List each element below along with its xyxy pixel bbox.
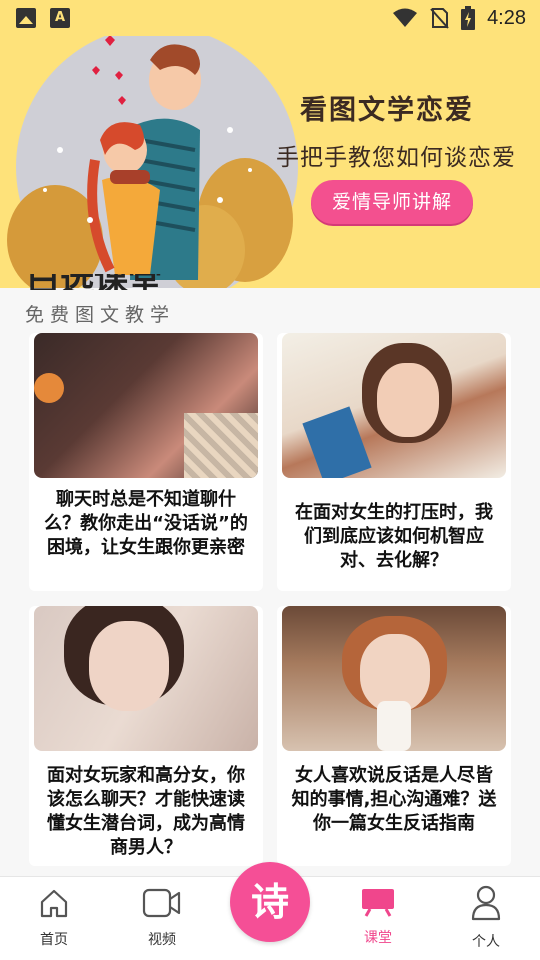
tab-video[interactable]: 视频 [122,877,202,960]
tab-label: 首页 [40,932,68,948]
tab-label: 个人 [472,934,500,950]
article-card[interactable]: 面对女玩家和高分女，你该怎么聊天？才能快速读懂女生潜台词，成为高情商男人？ [29,606,263,866]
article-card[interactable]: 在面对女生的打压时，我们到底应该如何机智应对、去化解？ [277,333,511,591]
wifi-icon [393,8,418,27]
tab-label: 视频 [148,932,176,948]
article-title: 女人喜欢说反话是人尽皆知的事情,担心沟通难？送你一篇女生反话指南 [291,765,497,834]
love-mentor-button[interactable]: 爱情导师讲解 [311,180,473,224]
section-subtitle: 免费图文教学 [25,304,176,326]
article-card[interactable]: 聊天时总是不知道聊什么？教你走出“没话说”的困境，让女生跟你更亲密 [29,333,263,591]
classroom-icon [362,889,394,917]
banner-subtitle: 手把手教您如何谈恋爱 [276,145,516,171]
clock: 4:28 [487,6,526,29]
article-title: 面对女玩家和高分女，你该怎么聊天？才能快速读懂女生潜台词，成为高情商男人？ [47,765,245,858]
tab-label: 课堂 [364,930,392,946]
top-banner[interactable]: 看图文学恋爱 手把手教您如何谈恋爱 爱情导师讲解 [0,0,540,288]
video-icon [142,888,181,918]
section-title: 白选课堂 [26,274,162,290]
article-card[interactable]: 女人喜欢说反话是人尽皆知的事情,担心沟通难？送你一篇女生反话指南 [277,606,511,866]
font-icon: A [50,8,70,28]
person-icon [471,885,501,921]
home-icon [40,889,68,918]
tab-home[interactable]: 首页 [14,877,94,960]
article-thumbnail [282,333,506,478]
no-sim-icon [430,8,449,29]
article-title: 聊天时总是不知道聊什么？教你走出“没话说”的困境，让女生跟你更亲密 [44,489,248,558]
couple-illustration [7,35,293,288]
article-title: 在面对女生的打压时，我们到底应该如何机智应对、去化解？ [295,502,493,571]
tab-classroom[interactable]: 课堂 [338,877,418,960]
article-thumbnail [34,333,258,478]
article-thumbnail [282,606,506,751]
image-icon [16,8,36,28]
status-bar: A 4:28 [0,0,540,36]
banner-title: 看图文学恋爱 [300,95,474,126]
tab-profile[interactable]: 个人 [446,877,526,960]
poem-center-button[interactable]: 诗 [230,862,310,942]
article-thumbnail [34,606,258,751]
battery-charging-icon [461,6,476,30]
